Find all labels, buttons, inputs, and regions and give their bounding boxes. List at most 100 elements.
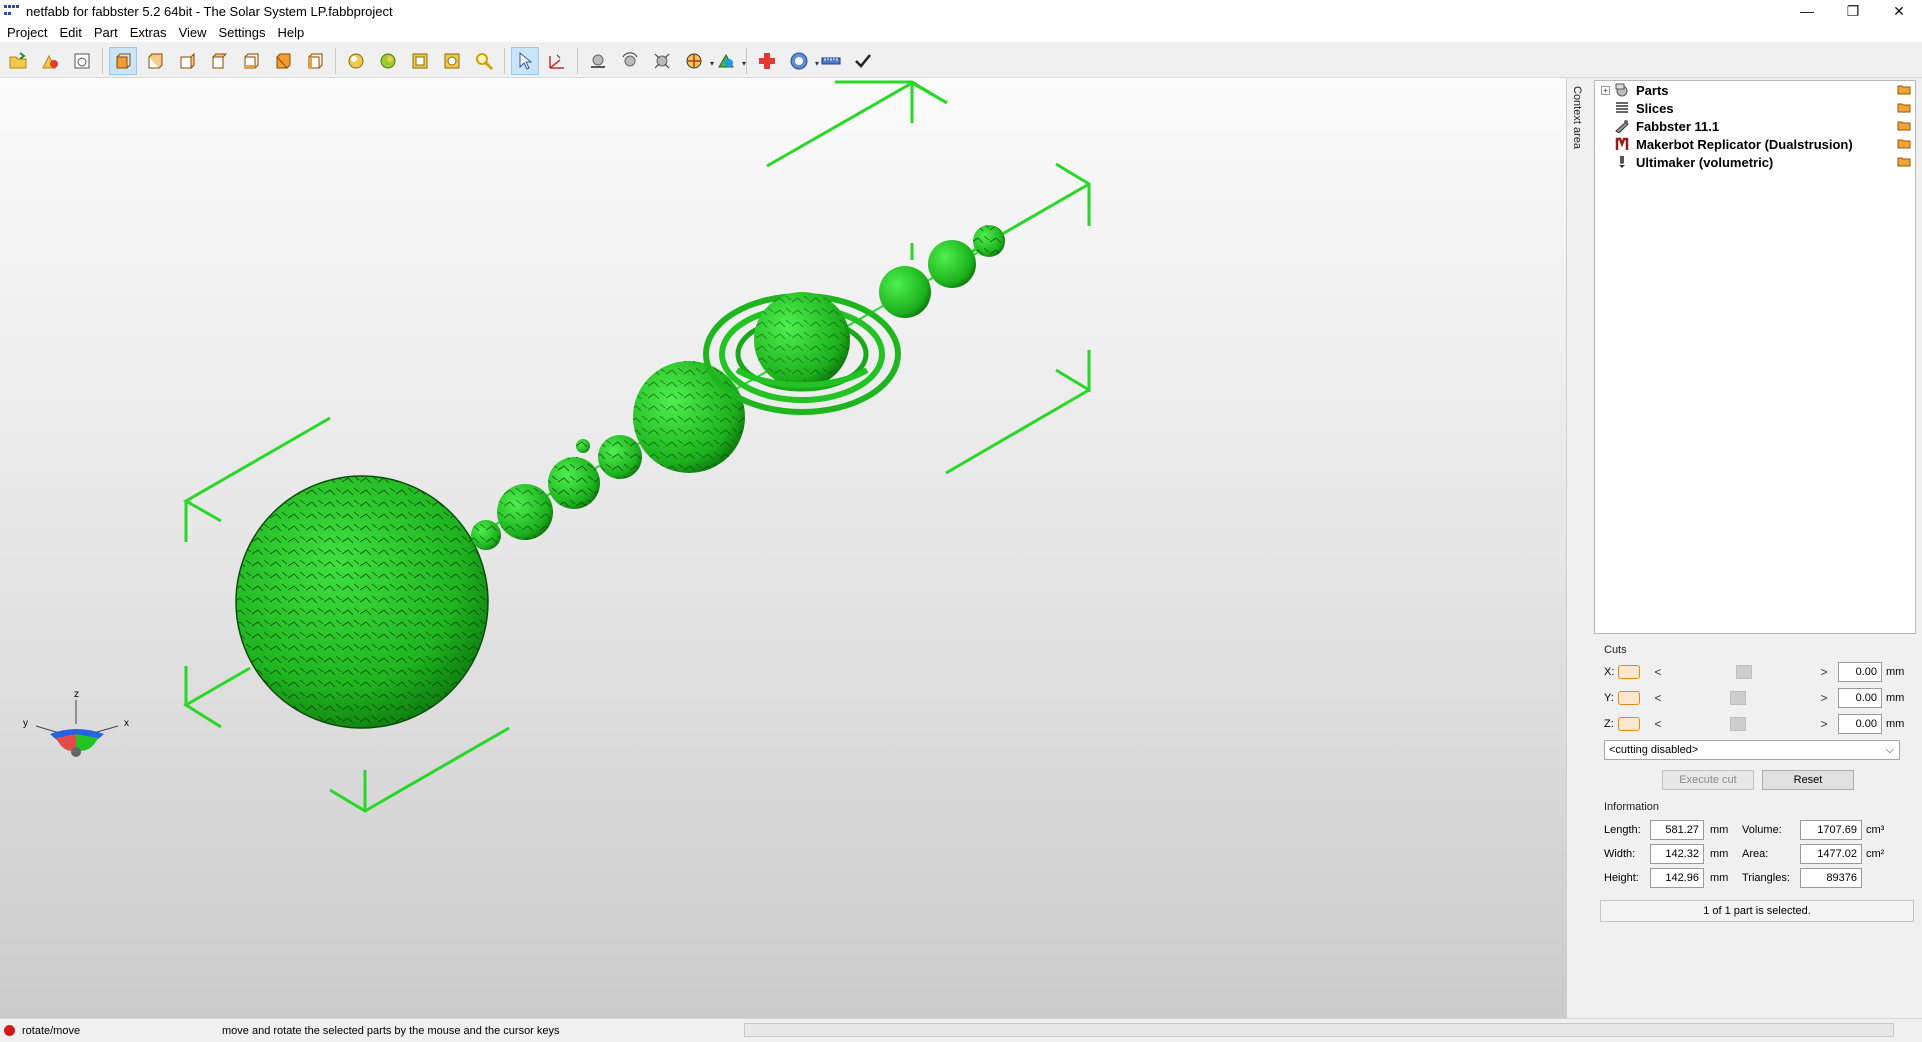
unit-label: mm xyxy=(1886,692,1905,704)
pluto-sphere[interactable] xyxy=(973,225,1005,257)
cut-x-increase[interactable]: > xyxy=(1816,665,1832,679)
menu-extras[interactable]: Extras xyxy=(123,25,172,40)
zoom-icon[interactable] xyxy=(470,47,498,75)
minimize-button[interactable]: — xyxy=(1784,0,1830,22)
tree-item-fabbster[interactable]: Fabbster 11.1 xyxy=(1595,117,1915,135)
jupiter-sphere[interactable] xyxy=(633,361,745,473)
open-project-icon[interactable] xyxy=(4,47,32,75)
folder-icon[interactable] xyxy=(1897,84,1911,95)
width-label: Width: xyxy=(1604,848,1636,860)
toolbar-separator xyxy=(335,47,336,74)
venus-sphere[interactable] xyxy=(497,484,553,540)
cut-x-value-input[interactable]: 0.00 xyxy=(1838,662,1882,682)
cut-z-checkbox[interactable] xyxy=(1618,717,1640,731)
pan-view-icon[interactable] xyxy=(374,47,402,75)
unit-label: cm³ xyxy=(1866,824,1885,836)
cut-z-value-input[interactable]: 0.00 xyxy=(1838,714,1882,734)
axis-gizmo xyxy=(35,700,119,757)
earth-sphere[interactable] xyxy=(548,457,600,509)
reset-button[interactable]: Reset xyxy=(1762,770,1854,790)
mercury-sphere[interactable] xyxy=(471,520,501,550)
maximize-button[interactable]: ❐ xyxy=(1830,0,1876,22)
cut-row-y: Y: < > 0.00 mm xyxy=(1604,688,1904,708)
cut-y-slider[interactable] xyxy=(1670,691,1812,705)
view-right-icon[interactable] xyxy=(205,47,233,75)
folder-icon[interactable] xyxy=(1897,102,1911,113)
title-bar: netfabb for fabbster 5.2 64bit - The Sol… xyxy=(0,0,1922,22)
moon-sphere[interactable] xyxy=(576,439,590,453)
add-part-icon[interactable] xyxy=(36,47,64,75)
close-button[interactable]: ✕ xyxy=(1876,0,1922,22)
scene-canvas[interactable] xyxy=(0,78,1566,1018)
cut-x-slider[interactable] xyxy=(1670,665,1812,679)
slider-thumb[interactable] xyxy=(1735,665,1752,679)
tree-item-label: Parts xyxy=(1636,82,1669,98)
cut-y-increase[interactable]: > xyxy=(1816,691,1832,705)
info-row-height: Height: 142.96 mm Triangles: 89376 xyxy=(1604,868,1862,888)
info-row-width: Width: 142.32 mm Area: 1477.02 cm² xyxy=(1604,844,1884,864)
triangles-label: Triangles: xyxy=(1742,872,1790,884)
view-bottom-icon[interactable] xyxy=(269,47,297,75)
menu-edit[interactable]: Edit xyxy=(52,25,86,40)
place-on-platform-icon[interactable] xyxy=(584,47,612,75)
view-back-icon[interactable] xyxy=(141,47,169,75)
menu-project[interactable]: Project xyxy=(0,25,52,40)
status-mode: rotate/move xyxy=(22,1024,81,1037)
zoom-all-icon[interactable] xyxy=(438,47,466,75)
folder-icon[interactable] xyxy=(1897,120,1911,131)
section-view-icon[interactable]: ▾ xyxy=(680,47,714,75)
repair-cross-icon[interactable] xyxy=(753,47,781,75)
cut-z-increase[interactable]: > xyxy=(1816,717,1832,731)
slider-thumb[interactable] xyxy=(1730,717,1747,731)
toolbar-separator xyxy=(577,47,578,74)
saturn-model[interactable] xyxy=(703,292,901,415)
folder-icon[interactable] xyxy=(1897,156,1911,167)
menu-help[interactable]: Help xyxy=(271,25,310,40)
tree-item-parts[interactable]: + Parts xyxy=(1595,81,1915,99)
cut-y-value-input[interactable]: 0.00 xyxy=(1838,688,1882,708)
menu-view[interactable]: View xyxy=(172,25,212,40)
view-perspective-icon[interactable] xyxy=(301,47,329,75)
tree-item-ultimaker[interactable]: Ultimaker (volumetric) xyxy=(1595,153,1915,171)
unit-label: mm xyxy=(1886,718,1905,730)
tree-item-label: Ultimaker (volumetric) xyxy=(1636,154,1774,170)
cut-x-checkbox[interactable] xyxy=(1618,665,1640,679)
context-area-tab[interactable]: Context area xyxy=(1566,78,1592,1018)
3d-viewport[interactable]: z y x xyxy=(0,78,1566,1018)
expand-icon[interactable]: + xyxy=(1601,85,1610,95)
sun-sphere[interactable] xyxy=(235,475,489,729)
view-front-icon[interactable] xyxy=(109,46,137,75)
cut-x-decrease[interactable]: < xyxy=(1650,665,1666,679)
cut-y-decrease[interactable]: < xyxy=(1650,691,1666,705)
mars-sphere[interactable] xyxy=(598,435,642,479)
cut-y-checkbox[interactable] xyxy=(1618,691,1640,705)
measure-ruler-icon[interactable] xyxy=(817,47,845,75)
shading-mode-icon[interactable]: ▾ xyxy=(712,47,746,75)
execute-cut-button[interactable]: Execute cut xyxy=(1662,770,1754,790)
view-left-icon[interactable] xyxy=(173,47,201,75)
tree-item-slices[interactable]: Slices xyxy=(1595,99,1915,117)
scale-part-icon[interactable] xyxy=(648,47,676,75)
menu-settings[interactable]: Settings xyxy=(212,25,271,40)
status-record-icon xyxy=(4,1025,15,1036)
neptune-sphere[interactable] xyxy=(928,240,976,288)
uranus-sphere[interactable] xyxy=(879,266,931,318)
cut-z-slider[interactable] xyxy=(1670,717,1812,731)
slider-thumb[interactable] xyxy=(1730,691,1747,705)
rotate-view-icon[interactable] xyxy=(342,47,370,75)
zoom-selection-icon[interactable] xyxy=(406,47,434,75)
select-cursor-icon[interactable] xyxy=(511,46,539,75)
analysis-menu-icon[interactable]: ▾ xyxy=(785,47,819,75)
cutting-mode-select[interactable]: <cutting disabled> ⌵ xyxy=(1604,740,1900,760)
project-tree[interactable]: + Parts Slices Fabbster 11.1 Makerbot Re… xyxy=(1594,80,1916,634)
tree-item-makerbot[interactable]: Makerbot Replicator (Dualstrusion) xyxy=(1595,135,1915,153)
rotate-part-icon[interactable] xyxy=(616,47,644,75)
checkmark-icon[interactable] xyxy=(849,47,877,75)
folder-icon[interactable] xyxy=(1897,138,1911,149)
view-top-icon[interactable] xyxy=(237,47,265,75)
move-tool-icon[interactable] xyxy=(543,47,571,75)
cut-z-decrease[interactable]: < xyxy=(1650,717,1666,731)
new-window-icon[interactable] xyxy=(68,47,96,75)
menu-part[interactable]: Part xyxy=(87,25,123,40)
chevron-down-icon[interactable]: ⌵ xyxy=(1886,741,1894,759)
